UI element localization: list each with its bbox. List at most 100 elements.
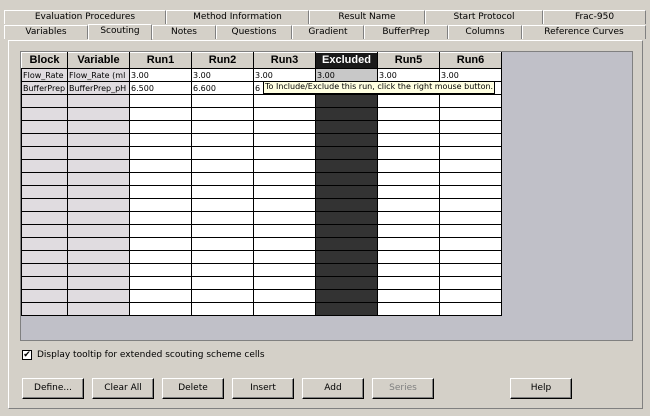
table-cell[interactable] <box>67 302 130 316</box>
table-cell[interactable] <box>377 263 440 277</box>
table-cell[interactable] <box>21 250 68 264</box>
table-cell[interactable] <box>377 172 440 186</box>
table-cell[interactable] <box>191 250 254 264</box>
table-cell[interactable] <box>315 276 378 290</box>
table-cell[interactable] <box>377 159 440 173</box>
table-cell[interactable]: 6.600 <box>191 81 254 95</box>
table-cell[interactable] <box>439 172 502 186</box>
table-cell[interactable] <box>377 302 440 316</box>
scouting-grid[interactable]: Block Variable Run1 Run2 Run3 Excluded Run5 Run… <box>20 51 633 341</box>
define-button[interactable]: Define... <box>22 378 84 399</box>
table-cell[interactable] <box>253 276 316 290</box>
table-cell[interactable] <box>439 146 502 160</box>
table-cell[interactable] <box>439 198 502 212</box>
table-cell[interactable] <box>315 237 378 251</box>
table-cell[interactable] <box>67 159 130 173</box>
table-cell[interactable] <box>129 198 192 212</box>
table-cell[interactable] <box>191 276 254 290</box>
table-cell[interactable] <box>439 120 502 134</box>
table-cell[interactable] <box>67 133 130 147</box>
column-header-block[interactable]: Block <box>21 52 68 69</box>
table-cell[interactable] <box>315 198 378 212</box>
table-cell[interactable] <box>253 172 316 186</box>
table-cell[interactable] <box>129 289 192 303</box>
table-cell[interactable] <box>67 263 130 277</box>
table-cell[interactable] <box>67 276 130 290</box>
table-cell[interactable] <box>439 263 502 277</box>
table-cell[interactable] <box>253 289 316 303</box>
table-cell[interactable]: BufferPrep <box>21 81 68 95</box>
table-cell[interactable] <box>315 120 378 134</box>
table-cell[interactable] <box>21 263 68 277</box>
table-cell[interactable] <box>315 133 378 147</box>
table-cell[interactable]: 3.00 <box>439 68 502 82</box>
delete-button[interactable]: Delete <box>162 378 224 399</box>
tab-notes[interactable]: Notes <box>152 25 216 39</box>
table-cell[interactable] <box>377 224 440 238</box>
table-cell[interactable] <box>377 146 440 160</box>
table-cell[interactable] <box>377 107 440 121</box>
table-cell[interactable] <box>129 276 192 290</box>
table-cell[interactable] <box>439 211 502 225</box>
table-cell[interactable] <box>129 237 192 251</box>
table-cell[interactable] <box>253 263 316 277</box>
table-cell[interactable] <box>21 94 68 108</box>
table-cell[interactable] <box>315 250 378 264</box>
display-tooltip-checkbox[interactable]: ✔ <box>22 349 32 360</box>
column-header-run1[interactable]: Run1 <box>129 52 192 69</box>
table-cell[interactable] <box>191 107 254 121</box>
table-cell[interactable] <box>129 211 192 225</box>
table-cell[interactable] <box>253 185 316 199</box>
table-cell[interactable] <box>315 224 378 238</box>
table-cell[interactable] <box>21 159 68 173</box>
table-cell[interactable] <box>315 289 378 303</box>
table-cell[interactable] <box>67 172 130 186</box>
tab-questions[interactable]: Questions <box>216 25 292 39</box>
table-cell[interactable] <box>439 107 502 121</box>
table-cell[interactable] <box>21 120 68 134</box>
table-cell[interactable] <box>191 120 254 134</box>
table-cell[interactable] <box>191 133 254 147</box>
table-cell[interactable] <box>21 107 68 121</box>
help-button[interactable]: Help <box>510 378 572 399</box>
column-header-variable[interactable]: Variable <box>67 52 130 69</box>
table-cell[interactable] <box>67 185 130 199</box>
table-cell[interactable] <box>191 211 254 225</box>
tab-start-protocol[interactable]: Start Protocol <box>425 10 543 24</box>
table-cell[interactable] <box>439 185 502 199</box>
table-cell[interactable] <box>191 302 254 316</box>
table-cell[interactable] <box>253 302 316 316</box>
table-cell[interactable] <box>439 159 502 173</box>
table-cell[interactable] <box>191 289 254 303</box>
column-header-excluded[interactable]: Excluded <box>315 52 378 69</box>
table-cell[interactable]: 3.00 <box>253 68 316 82</box>
table-cell[interactable] <box>129 133 192 147</box>
table-cell[interactable] <box>253 159 316 173</box>
table-cell[interactable] <box>21 224 68 238</box>
table-cell[interactable] <box>377 198 440 212</box>
table-cell[interactable] <box>253 146 316 160</box>
column-header-run2[interactable]: Run2 <box>191 52 254 69</box>
table-cell[interactable] <box>129 185 192 199</box>
tab-reference-curves[interactable]: Reference Curves <box>522 25 646 39</box>
table-cell[interactable] <box>67 237 130 251</box>
table-cell[interactable] <box>129 120 192 134</box>
table-cell[interactable] <box>21 237 68 251</box>
table-cell[interactable] <box>377 289 440 303</box>
table-cell[interactable] <box>315 146 378 160</box>
table-cell[interactable] <box>315 302 378 316</box>
column-header-run3[interactable]: Run3 <box>253 52 316 69</box>
table-cell[interactable] <box>253 237 316 251</box>
column-header-run6[interactable]: Run6 <box>439 52 502 69</box>
table-cell[interactable] <box>129 172 192 186</box>
table-cell[interactable] <box>439 302 502 316</box>
table-cell[interactable] <box>21 185 68 199</box>
table-cell[interactable] <box>191 198 254 212</box>
table-cell[interactable] <box>67 107 130 121</box>
add-button[interactable]: Add <box>302 378 364 399</box>
table-cell[interactable] <box>315 94 378 108</box>
table-cell[interactable] <box>21 172 68 186</box>
table-cell[interactable] <box>439 289 502 303</box>
table-cell[interactable]: 3.00 <box>315 68 378 82</box>
table-cell[interactable] <box>21 198 68 212</box>
